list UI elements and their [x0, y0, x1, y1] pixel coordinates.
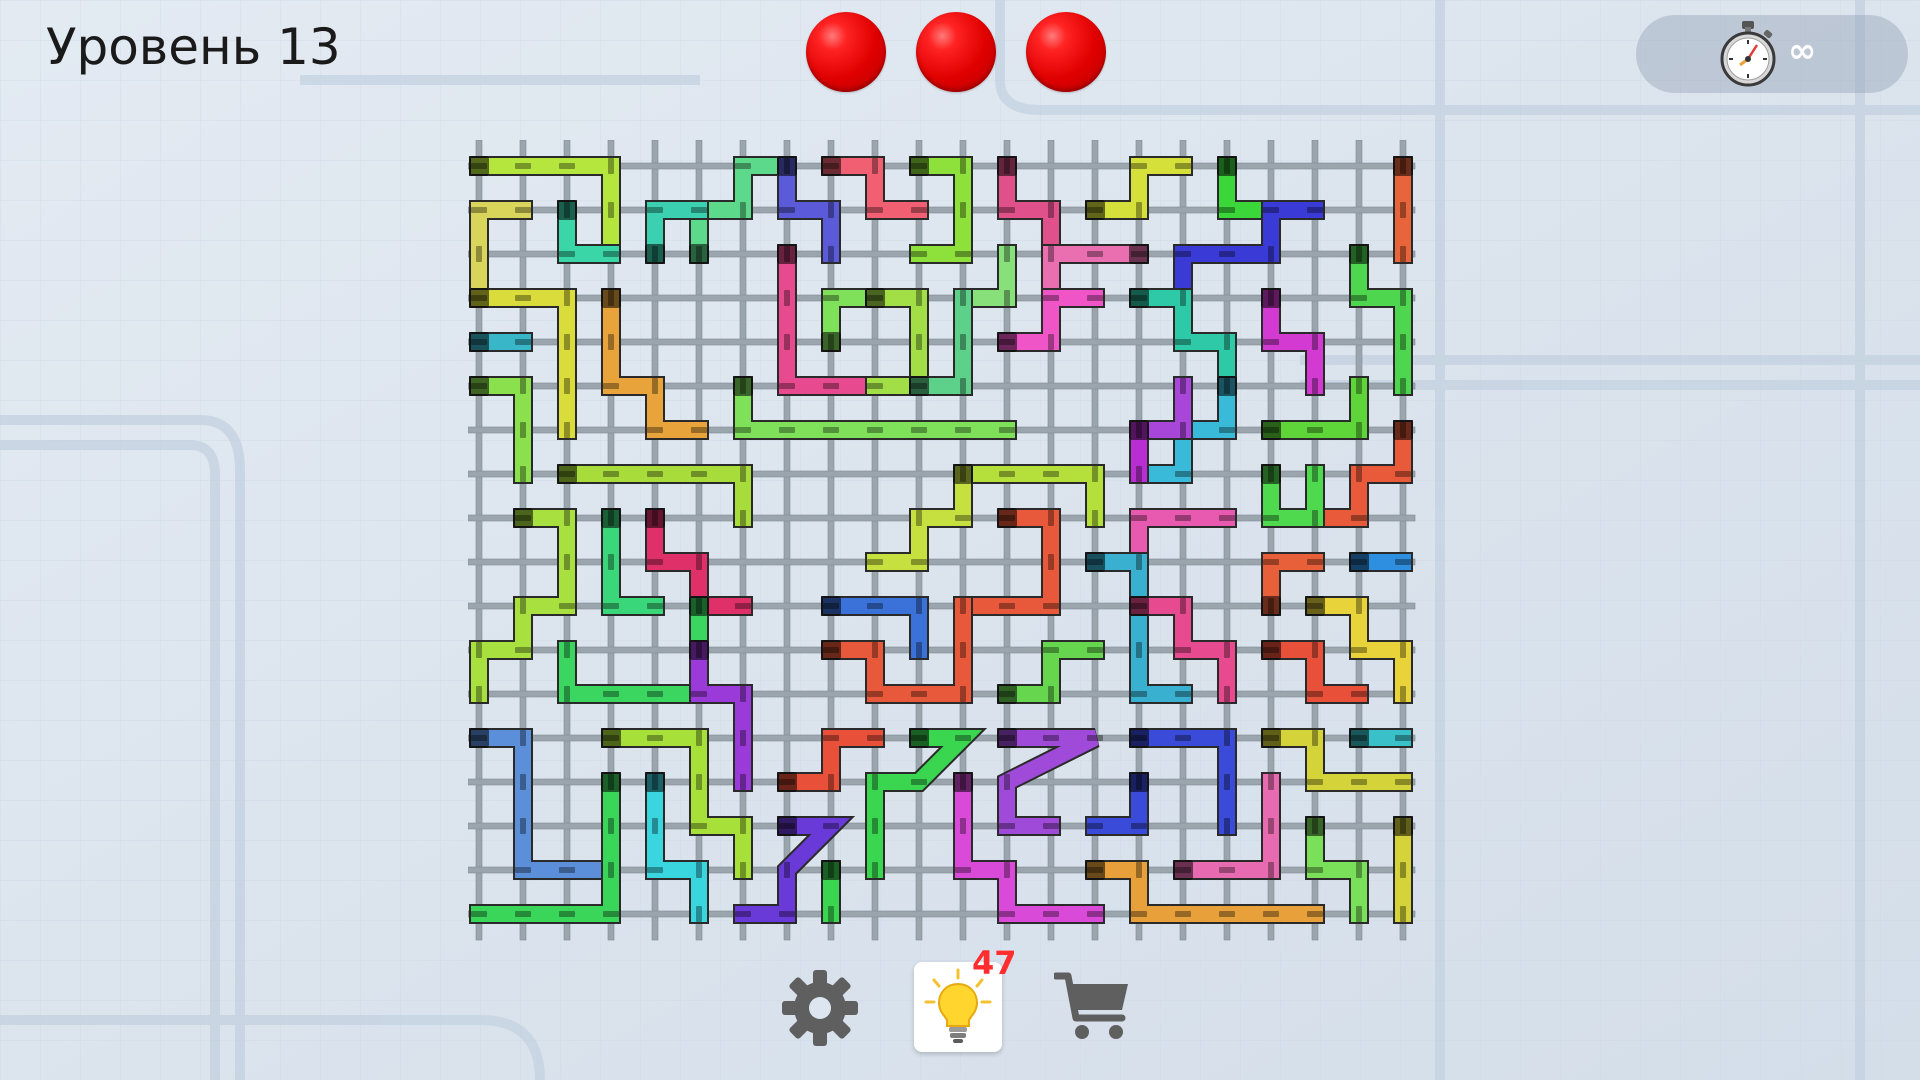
train-piece[interactable]	[469, 332, 533, 352]
life-ball	[916, 12, 996, 92]
train-piece[interactable]	[1173, 200, 1325, 308]
lives-indicator	[806, 12, 1106, 92]
life-ball	[1026, 12, 1106, 92]
train-piece[interactable]	[469, 728, 621, 880]
hint-count-badge: 47	[972, 944, 1017, 982]
train-piece[interactable]	[1349, 728, 1413, 748]
train-piece[interactable]	[1349, 552, 1413, 572]
stopwatch-icon	[1720, 21, 1776, 87]
puzzle-board[interactable]	[468, 140, 1448, 950]
train-piece[interactable]	[469, 772, 621, 924]
train-piece[interactable]	[953, 772, 1105, 924]
timer-value: ∞	[1788, 31, 1817, 71]
train-piece[interactable]	[601, 728, 753, 880]
train-piece[interactable]	[1393, 156, 1413, 264]
train-piece[interactable]	[1129, 420, 1149, 484]
shopping-cart-icon[interactable]	[1054, 968, 1134, 1048]
life-ball	[806, 12, 886, 92]
timer-panel: ∞	[1636, 15, 1908, 93]
train-piece[interactable]	[1393, 816, 1413, 924]
gear-icon[interactable]	[780, 968, 860, 1048]
train-piece[interactable]	[821, 860, 841, 924]
level-title: Уровень 13	[46, 18, 341, 76]
